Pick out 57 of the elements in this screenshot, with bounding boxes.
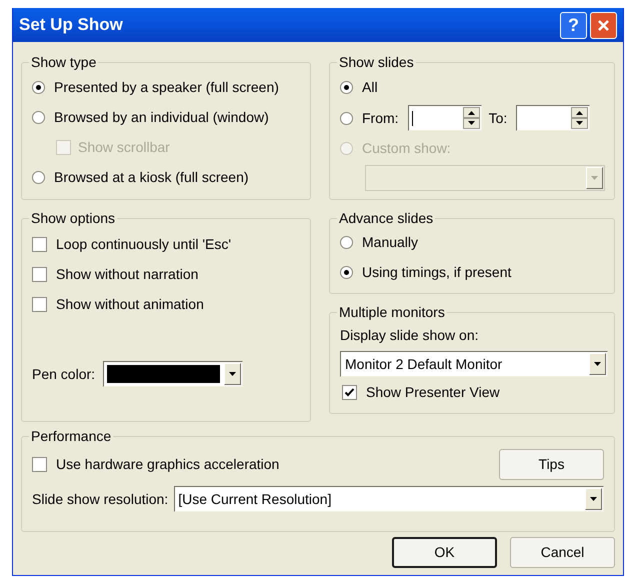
radio-button[interactable]: [340, 236, 353, 249]
checkbox[interactable]: [32, 267, 47, 282]
option-label: Browsed by an individual (window): [54, 108, 269, 127]
option-label: All: [362, 78, 378, 97]
radio-button[interactable]: [340, 266, 353, 279]
radio-button[interactable]: [340, 81, 353, 94]
dropdown-button[interactable]: [224, 363, 242, 385]
group-title: Advance slides: [338, 209, 434, 228]
group-title: Performance: [30, 427, 112, 446]
close-icon: [597, 18, 610, 32]
caret-down-icon: [590, 497, 597, 501]
window-title: Set Up Show: [19, 14, 124, 36]
group-title: Show slides: [338, 53, 415, 72]
help-button[interactable]: ?: [560, 12, 587, 38]
checkbox[interactable]: [32, 237, 47, 252]
group-title: Multiple monitors: [338, 303, 446, 322]
spin-field[interactable]: [516, 105, 590, 131]
resolution-dropdown[interactable]: [Use Current Resolution]: [174, 486, 604, 512]
tips-button[interactable]: Tips: [499, 449, 604, 480]
option-label: Show scrollbar: [78, 138, 170, 157]
checkbox[interactable]: [32, 457, 47, 472]
resolution-label: Slide show resolution:: [32, 490, 168, 508]
option-label: Loop continuously until 'Esc': [56, 235, 232, 254]
option-label: Custom show:: [362, 139, 451, 158]
caret-down-icon: [594, 362, 601, 366]
spinner-arrows-icon[interactable]: [571, 107, 588, 129]
option-label: Show Presenter View: [366, 383, 500, 402]
caret-down-icon: [229, 372, 236, 376]
group-title: Show options: [30, 209, 116, 228]
caret-down-icon: [591, 176, 598, 180]
dropdown-button[interactable]: [589, 353, 606, 375]
option-label: Browsed at a kiosk (full screen): [54, 168, 249, 187]
spin-field[interactable]: [408, 105, 482, 131]
radio-button[interactable]: [32, 81, 45, 94]
option-label: From:: [362, 108, 399, 128]
option-label: Show without animation: [56, 295, 204, 314]
dialog-button[interactable]: Cancel: [510, 537, 615, 568]
dropdown-button[interactable]: [585, 488, 602, 510]
option-label: Manually: [362, 233, 418, 252]
to-label: To:: [488, 108, 508, 128]
monitor-dropdown[interactable]: Monitor 2 Default Monitor: [340, 351, 608, 377]
radio-button[interactable]: [32, 111, 45, 124]
checkbox[interactable]: [32, 297, 47, 312]
radio-button[interactable]: [32, 171, 45, 184]
option-label: Show without narration: [56, 265, 198, 284]
option-label: Presented by a speaker (full screen): [54, 78, 279, 97]
spinner-arrows-icon[interactable]: [462, 107, 480, 129]
option-label: Use hardware graphics acceleration: [56, 455, 280, 474]
pen-color-dropdown[interactable]: [103, 361, 244, 387]
display-label: Display slide show on:: [340, 326, 480, 345]
radio-button[interactable]: [340, 112, 353, 124]
close-button[interactable]: [590, 12, 617, 38]
checkbox[interactable]: [342, 385, 357, 400]
option-label: Using timings, if present: [362, 263, 512, 282]
group-title: Show type: [30, 53, 98, 72]
dialog-button[interactable]: OK: [392, 537, 497, 568]
pen-color-label: Pen color:: [32, 364, 96, 384]
